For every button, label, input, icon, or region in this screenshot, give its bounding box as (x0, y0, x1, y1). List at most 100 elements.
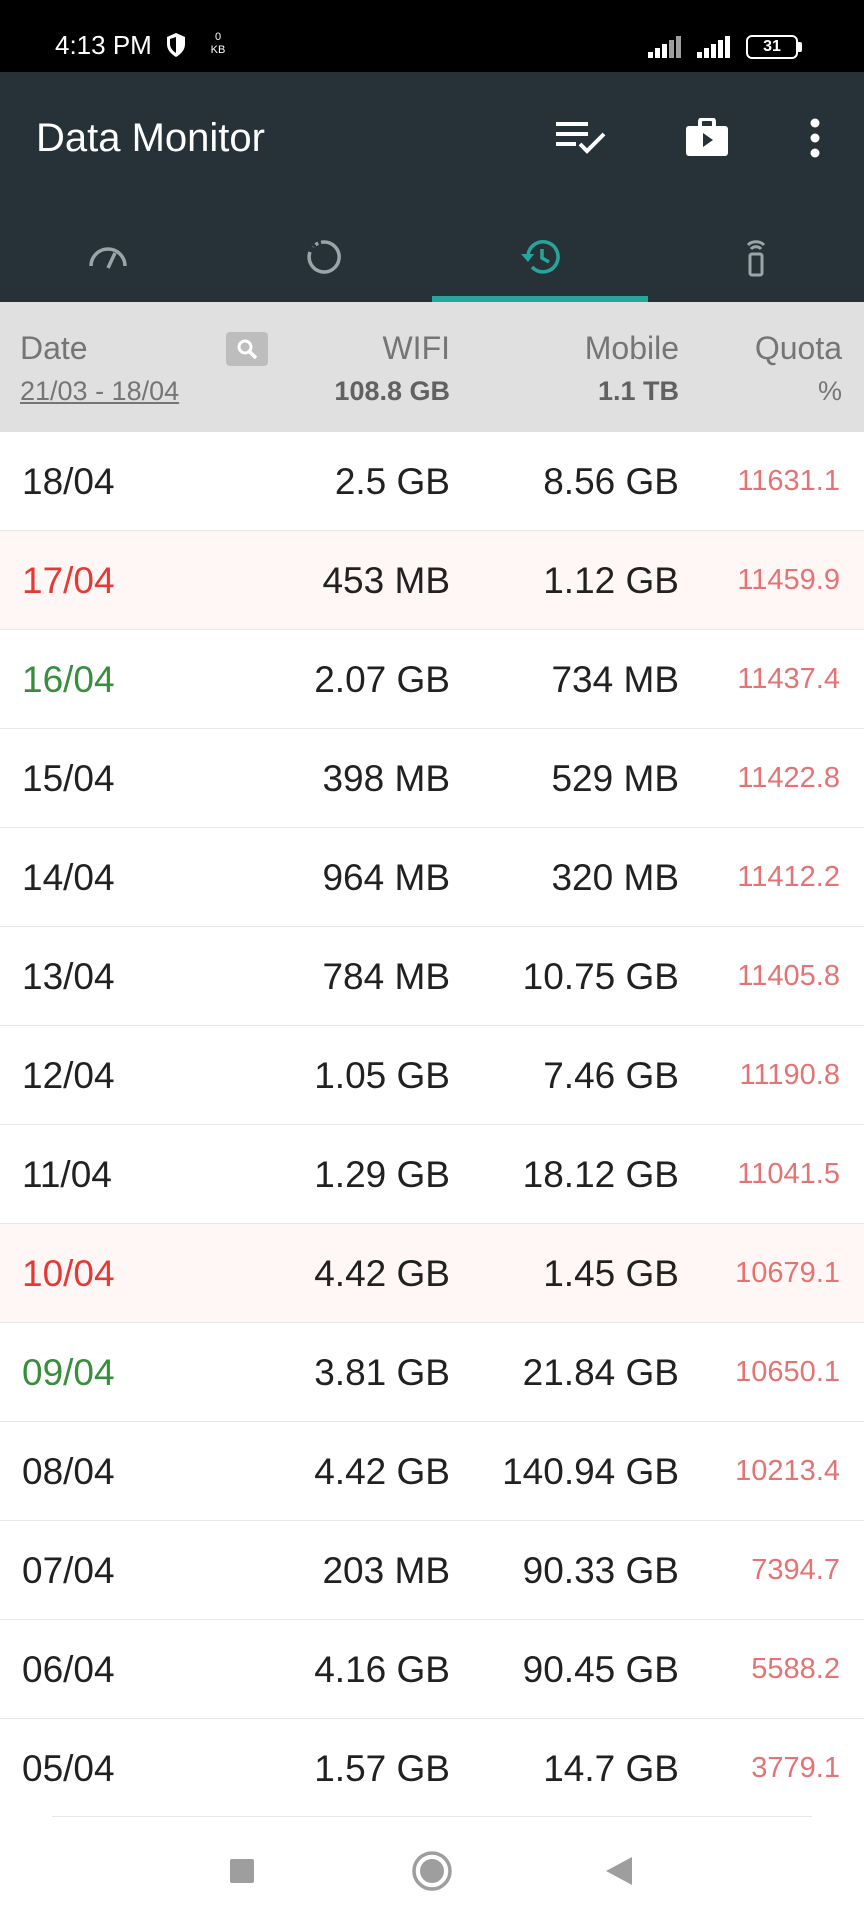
row-date: 18/04 (22, 461, 115, 502)
search-icon (237, 339, 258, 360)
speedometer-icon (89, 247, 127, 269)
row-mobile: 14.7 GB (543, 1748, 679, 1789)
sim-card-icon (746, 240, 766, 277)
row-date: 07/04 (22, 1550, 115, 1591)
row-date: 08/04 (22, 1451, 115, 1492)
row-wifi: 1.05 GB (314, 1055, 450, 1096)
column-header-mobile: Mobile (584, 330, 679, 366)
battery-icon: 31 (746, 35, 804, 59)
tab-refresh[interactable] (216, 212, 432, 302)
table-row[interactable]: 06/04 4.16 GB 90.45 GB 5588.2 (0, 1620, 864, 1719)
tab-history[interactable] (432, 212, 648, 302)
table-row[interactable]: 15/04 398 MB 529 MB 11422.8 (0, 729, 864, 828)
wifi-total: 108.8 GB (334, 376, 450, 406)
row-wifi: 4.16 GB (314, 1649, 450, 1690)
row-wifi: 2.07 GB (314, 659, 450, 700)
row-wifi: 784 MB (322, 956, 450, 997)
table-row[interactable]: 13/04 784 MB 10.75 GB 11405.8 (0, 927, 864, 1026)
back-button[interactable] (594, 1846, 644, 1896)
row-quota: 11459.9 (737, 564, 840, 596)
column-header-wifi: WIFI (382, 330, 450, 366)
row-wifi: 1.57 GB (314, 1748, 450, 1789)
app-bar: Data Monitor (0, 72, 864, 302)
table-row[interactable]: 09/04 3.81 GB 21.84 GB 10650.1 (0, 1323, 864, 1422)
home-circle-icon (412, 1851, 452, 1891)
row-date: 17/04 (22, 560, 115, 601)
table-row[interactable]: 07/04 203 MB 90.33 GB 7394.7 (0, 1521, 864, 1620)
navigation-bar (0, 1816, 864, 1920)
row-wifi: 203 MB (322, 1550, 450, 1591)
briefcase-icon (686, 118, 728, 156)
table-row[interactable]: 14/04 964 MB 320 MB 11412.2 (0, 828, 864, 927)
row-quota: 11631.1 (737, 465, 840, 497)
tab-sim[interactable] (648, 212, 864, 302)
row-date: 05/04 (22, 1748, 115, 1789)
more-options-button[interactable] (787, 110, 843, 166)
app-title: Data Monitor (36, 116, 265, 160)
row-quota: 11437.4 (737, 663, 840, 695)
row-mobile: 1.12 GB (543, 560, 679, 601)
row-quota: 10679.1 (735, 1257, 840, 1289)
row-quota: 11422.8 (737, 762, 840, 794)
signal-icon (648, 36, 681, 58)
status-bar: 4:13 PM 0 KB 31 (0, 0, 864, 72)
row-date: 09/04 (22, 1352, 115, 1393)
row-quota: 5588.2 (751, 1653, 840, 1685)
row-date: 12/04 (22, 1055, 115, 1096)
back-triangle-icon (606, 1857, 632, 1885)
network-speed-unit: KB (210, 44, 226, 56)
quota-unit: % (817, 376, 842, 406)
checklist-button[interactable] (553, 110, 609, 166)
row-quota: 11405.8 (737, 960, 840, 992)
row-mobile: 90.45 GB (522, 1649, 679, 1690)
row-date: 06/04 (22, 1649, 115, 1690)
signal-icon (697, 36, 730, 58)
row-wifi: 2.5 GB (334, 461, 450, 502)
row-quota: 10213.4 (735, 1455, 840, 1487)
row-mobile: 18.12 GB (522, 1154, 679, 1195)
tab-usage[interactable] (0, 212, 216, 302)
row-quota: 11041.5 (737, 1158, 840, 1190)
column-header-quota: Quota (754, 330, 842, 366)
nav-divider (52, 1816, 812, 1817)
network-speed-value: 0 (214, 31, 222, 43)
history-icon (521, 240, 560, 274)
search-button[interactable] (226, 332, 268, 366)
table-row[interactable]: 05/04 1.57 GB 14.7 GB 3779.1 (0, 1719, 864, 1818)
row-mobile: 8.56 GB (543, 461, 679, 502)
row-quota: 3779.1 (751, 1752, 840, 1784)
table-row[interactable]: 18/04 2.5 GB 8.56 GB 11631.1 (0, 432, 864, 531)
table-header: Date 21/03 - 18/04 WIFI 108.8 GB Mobile … (0, 302, 864, 432)
row-wifi: 4.42 GB (314, 1253, 450, 1294)
row-mobile: 1.45 GB (543, 1253, 679, 1294)
row-mobile: 10.75 GB (522, 956, 679, 997)
recents-square-icon (230, 1859, 254, 1883)
more-vert-icon (810, 118, 820, 158)
row-date: 14/04 (22, 857, 115, 898)
checklist-icon (556, 122, 606, 154)
shield-icon (167, 33, 185, 57)
table-row[interactable]: 17/04 453 MB 1.12 GB 11459.9 (0, 531, 864, 630)
row-mobile: 21.84 GB (522, 1352, 679, 1393)
row-mobile: 734 MB (551, 659, 679, 700)
table-row[interactable]: 08/04 4.42 GB 140.94 GB 10213.4 (0, 1422, 864, 1521)
row-wifi: 964 MB (322, 857, 450, 898)
network-speed: 0 KB (208, 31, 228, 57)
briefcase-button[interactable] (679, 110, 735, 166)
home-button[interactable] (407, 1846, 457, 1896)
table-row[interactable]: 10/04 4.42 GB 1.45 GB 10679.1 (0, 1224, 864, 1323)
row-date: 11/04 (22, 1154, 112, 1195)
row-wifi: 1.29 GB (314, 1154, 450, 1195)
row-quota: 10650.1 (735, 1356, 840, 1388)
row-wifi: 4.42 GB (314, 1451, 450, 1492)
battery-level: 31 (763, 38, 781, 55)
table-row[interactable]: 11/04 1.29 GB 18.12 GB 11041.5 (0, 1125, 864, 1224)
usage-list: 18/04 2.5 GB 8.56 GB 11631.1 17/04 453 M… (0, 432, 864, 1818)
table-row[interactable]: 12/04 1.05 GB 7.46 GB 11190.8 (0, 1026, 864, 1125)
recents-button[interactable] (217, 1846, 267, 1896)
row-mobile: 320 MB (551, 857, 679, 898)
table-row[interactable]: 16/04 2.07 GB 734 MB 11437.4 (0, 630, 864, 729)
row-quota: 11412.2 (737, 861, 840, 893)
row-mobile: 7.46 GB (543, 1055, 679, 1096)
date-range-link[interactable]: 21/03 - 18/04 (20, 374, 179, 408)
